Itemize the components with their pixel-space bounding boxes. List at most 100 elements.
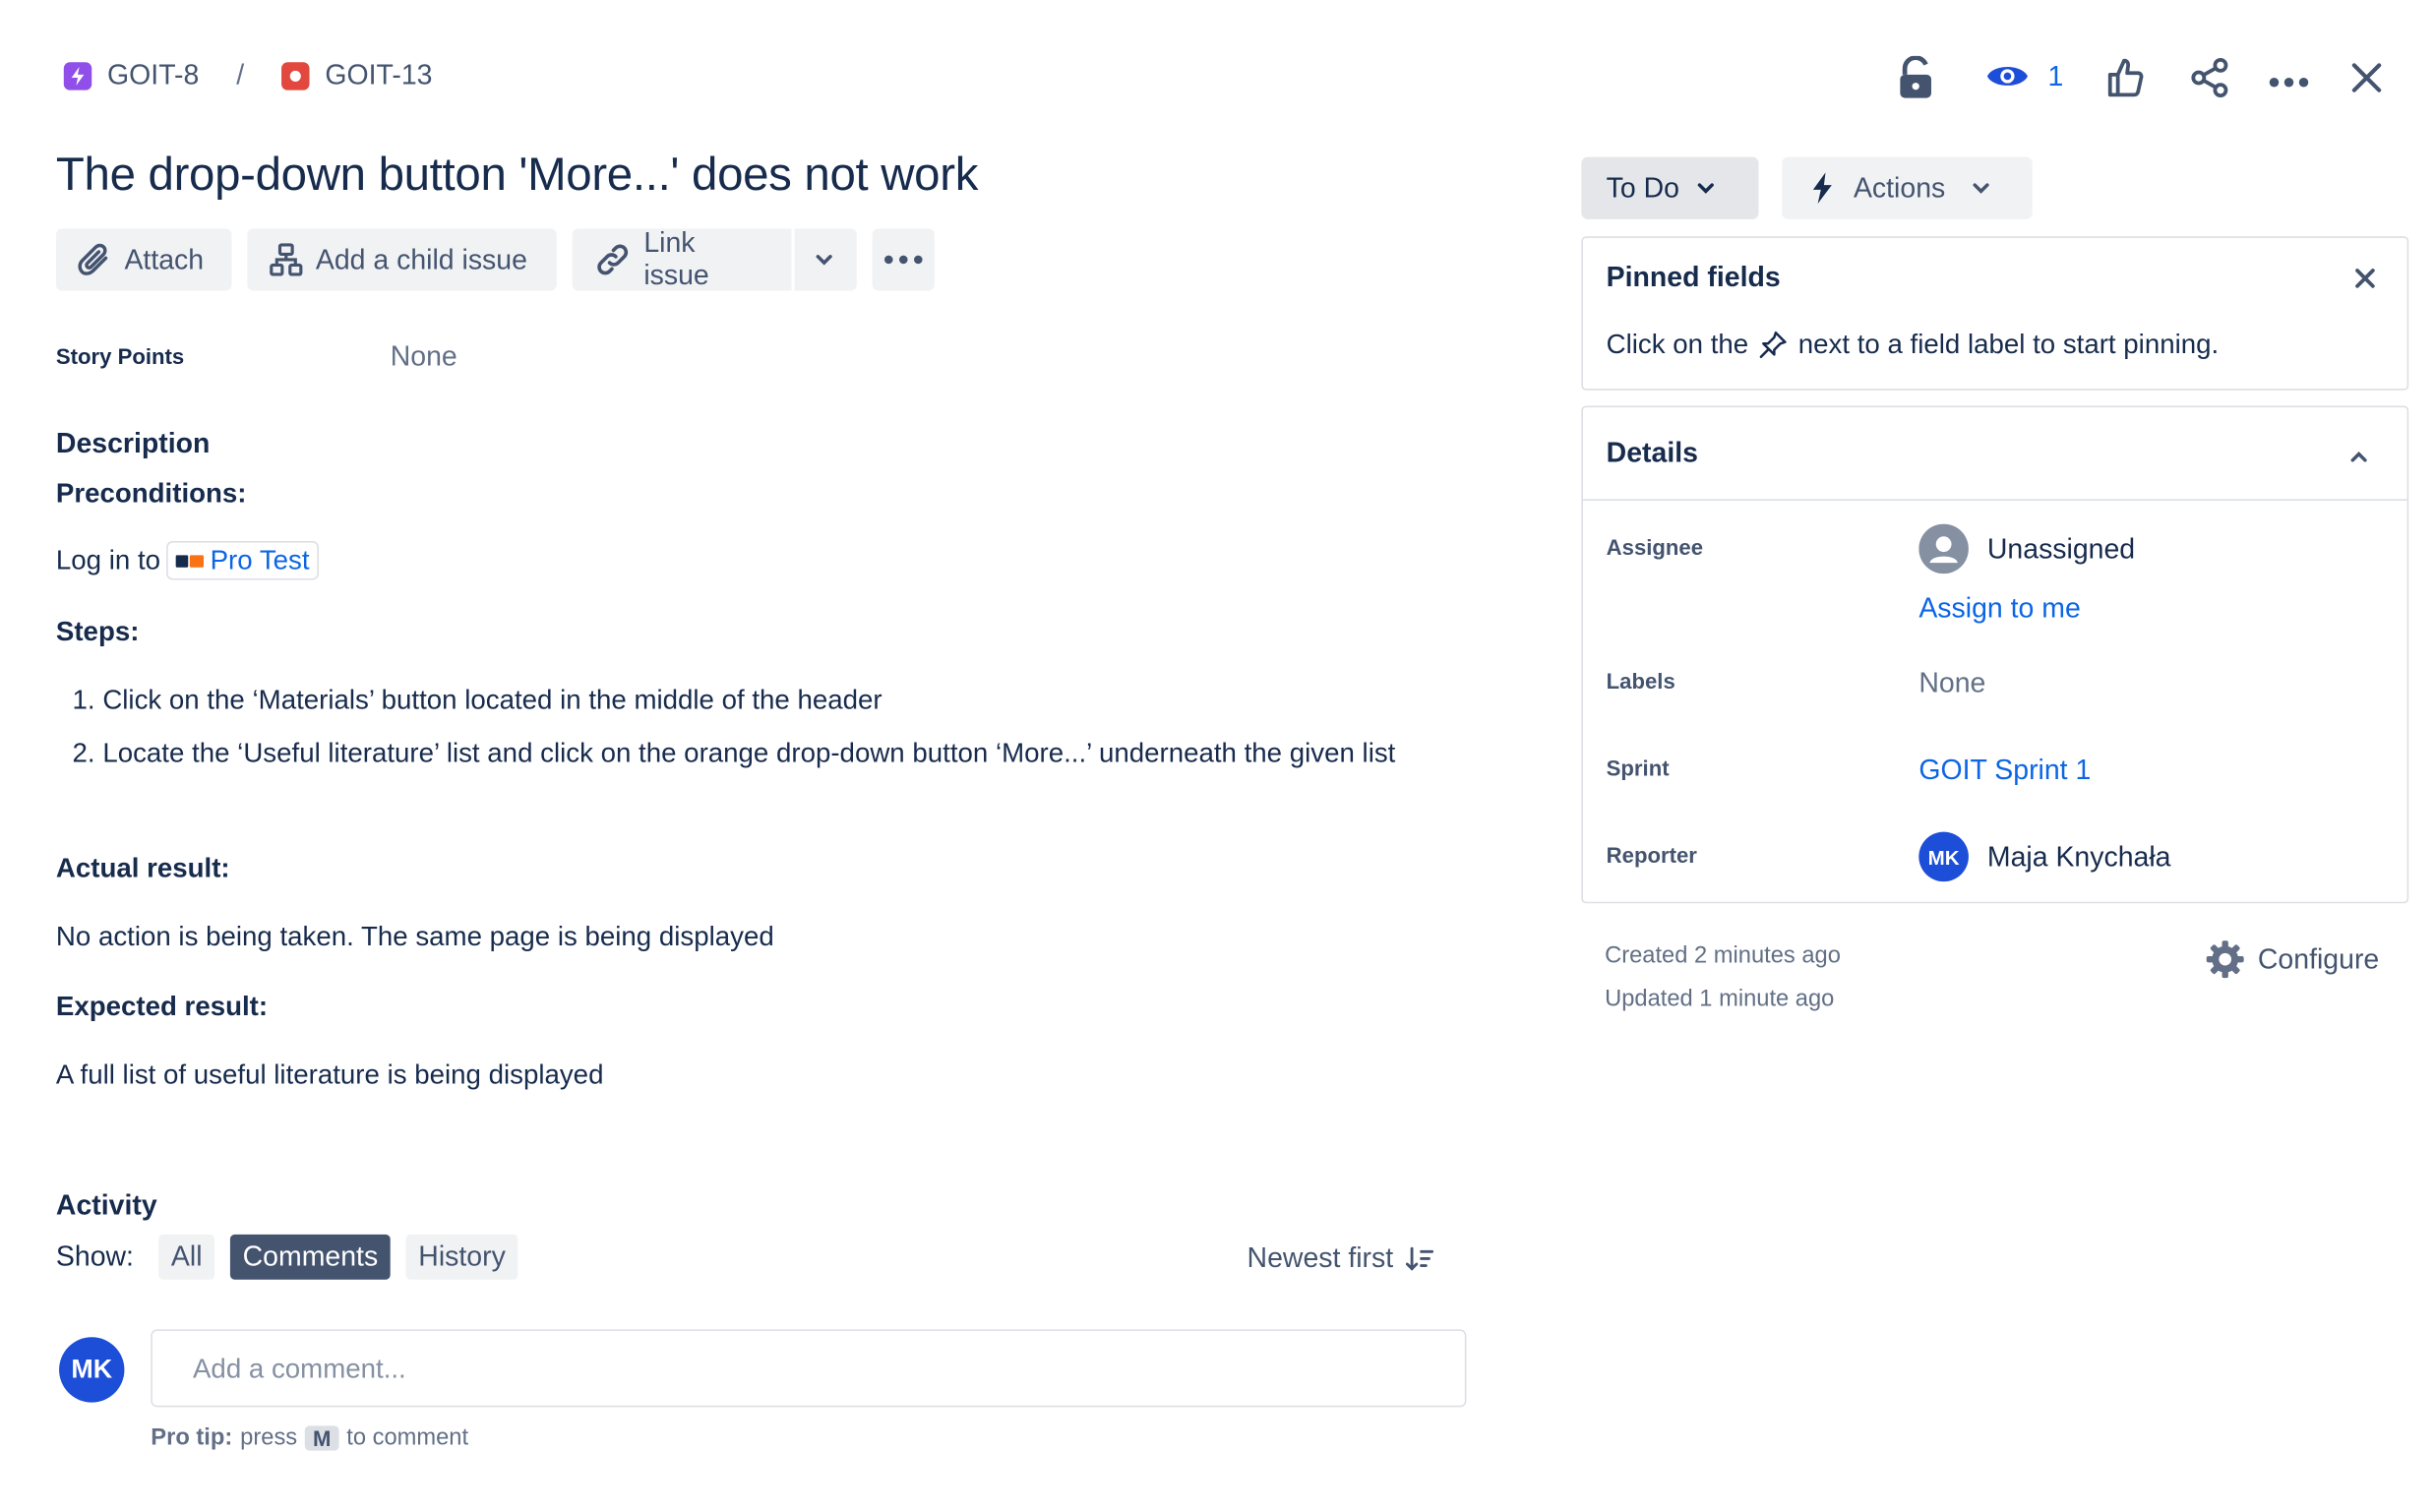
breadcrumb-current[interactable]: GOIT-13	[281, 59, 432, 91]
breadcrumb-separator: /	[236, 59, 245, 91]
chevron-down-icon	[816, 255, 832, 266]
preconditions-label: Preconditions:	[55, 477, 247, 509]
filter-all[interactable]: All	[158, 1234, 215, 1280]
link-issue-dropdown[interactable]	[794, 228, 857, 291]
story-points-label: Story Points	[55, 343, 185, 369]
reporter-name: Maja Knychała	[1986, 840, 2171, 872]
pro-test-link[interactable]: Pro Test	[166, 541, 320, 580]
tip-prefix: Pro tip:	[151, 1423, 233, 1451]
status-label: To Do	[1606, 171, 1679, 204]
more-icon	[2269, 78, 2309, 88]
comment-input[interactable]: Add a comment...	[151, 1329, 1467, 1408]
filter-comments[interactable]: Comments	[229, 1234, 391, 1280]
pinned-fields-panel: Pinned fields Click on the next to a fie…	[1581, 236, 2409, 391]
paperclip-icon	[78, 243, 108, 275]
close-icon	[2351, 63, 2382, 92]
pro-test-link-text: Pro Test	[210, 544, 310, 575]
details-collapse-button[interactable]	[2348, 445, 2370, 472]
tip-key: M	[305, 1424, 339, 1450]
labels-value[interactable]: None	[1918, 667, 1985, 699]
details-header[interactable]: Details	[1582, 407, 2407, 501]
created-text: Created 2 minutes ago	[1605, 941, 1841, 969]
filter-history[interactable]: History	[405, 1234, 518, 1280]
details-panel: Details Assignee Unassigned Assign to me…	[1581, 405, 2409, 904]
actual-result-label: Actual result:	[55, 852, 230, 883]
assignee-value[interactable]: Unassigned	[1918, 523, 2136, 575]
link-issue-split-button: Link issue	[572, 227, 857, 291]
steps-label: Steps:	[55, 615, 140, 647]
pro-test-logo-icon	[175, 554, 205, 568]
epic-icon	[63, 61, 92, 90]
sprint-label: Sprint	[1606, 756, 1670, 781]
eye-icon	[1986, 66, 2028, 86]
vote-button[interactable]	[2107, 57, 2145, 105]
comment-tip: Pro tip: press M to comment	[151, 1424, 468, 1451]
issue-toolbar: Attach Add a child issue Link issue	[55, 227, 935, 291]
thumbs-up-icon	[2107, 58, 2144, 97]
pinned-hint-after: next to a field label to start pinning.	[1797, 328, 2220, 360]
assignee-label: Assignee	[1606, 534, 1704, 560]
more-actions-button[interactable]	[2269, 69, 2309, 96]
steps-list: Click on the ‘Materials’ button located …	[56, 678, 1487, 783]
gear-icon	[2206, 940, 2244, 979]
watch-count: 1	[2047, 59, 2064, 91]
user-avatar-icon	[1918, 523, 1969, 575]
activity-heading: Activity	[55, 1189, 157, 1221]
watch-button[interactable]: 1	[1985, 59, 2063, 93]
actions-button[interactable]: Actions	[1782, 156, 2033, 219]
chevron-down-icon	[1973, 183, 1989, 194]
details-title: Details	[1606, 437, 1698, 468]
lock-icon	[1900, 55, 1931, 98]
assign-to-me-link[interactable]: Assign to me	[1918, 592, 2080, 625]
avatar: MK	[59, 1337, 125, 1403]
add-child-issue-button[interactable]: Add a child issue	[247, 228, 557, 291]
reporter-value[interactable]: MK Maja Knychała	[1918, 831, 2171, 882]
add-child-label: Add a child issue	[315, 243, 527, 274]
sort-button[interactable]: Newest first	[1248, 1242, 1434, 1275]
story-points-value[interactable]: None	[391, 340, 457, 373]
attach-button[interactable]: Attach	[55, 228, 232, 291]
login-line: Log in to Pro Test	[55, 541, 320, 580]
parent-issue-key[interactable]: GOIT-8	[107, 59, 199, 91]
actual-result-text: No action is being taken. The same page …	[55, 920, 774, 952]
close-button[interactable]	[2351, 62, 2383, 101]
reporter-label: Reporter	[1606, 842, 1697, 868]
share-icon	[2191, 57, 2228, 98]
list-item: Click on the ‘Materials’ button located …	[102, 678, 1487, 723]
hierarchy-icon	[270, 243, 303, 276]
sort-icon	[1405, 1245, 1434, 1270]
link-issue-button[interactable]: Link issue	[572, 227, 792, 291]
expected-result-text: A full list of useful literature is bein…	[55, 1058, 604, 1090]
bug-icon	[281, 61, 310, 90]
share-button[interactable]	[2189, 57, 2229, 105]
close-icon	[2355, 269, 2375, 288]
updated-text: Updated 1 minute ago	[1605, 986, 1835, 1012]
configure-label: Configure	[2257, 942, 2380, 975]
issue-key[interactable]: GOIT-13	[325, 59, 432, 91]
lock-button[interactable]	[1897, 55, 1934, 107]
toolbar-more-button[interactable]	[872, 228, 935, 291]
pinned-close-button[interactable]	[2354, 268, 2376, 297]
attach-label: Attach	[124, 243, 205, 274]
issue-title[interactable]: The drop-down button 'More...' does not …	[56, 150, 979, 203]
sprint-value[interactable]: GOIT Sprint 1	[1918, 755, 2091, 787]
avatar: MK	[1918, 831, 1969, 882]
configure-button[interactable]: Configure	[2205, 939, 2379, 980]
list-item: Locate the ‘Useful literature’ list and …	[102, 731, 1487, 776]
activity-filter-bar: Show: All Comments History	[56, 1234, 518, 1280]
breadcrumb: GOIT-8 / GOIT-13	[63, 59, 432, 91]
assignee-name: Unassigned	[1986, 532, 2136, 564]
labels-label: Labels	[1606, 668, 1675, 694]
link-icon	[597, 244, 629, 275]
sort-label: Newest first	[1247, 1241, 1394, 1274]
login-prefix: Log in to	[55, 544, 161, 575]
breadcrumb-parent[interactable]: GOIT-8	[63, 59, 200, 91]
chevron-down-icon	[1697, 183, 1714, 194]
pinned-fields-title: Pinned fields	[1606, 261, 1781, 293]
chevron-up-icon	[2350, 452, 2367, 462]
tip-press: press	[240, 1423, 298, 1451]
more-icon	[883, 255, 923, 265]
status-button[interactable]: To Do	[1581, 156, 1759, 219]
description-heading: Description	[55, 427, 211, 459]
tip-suffix: to comment	[346, 1423, 469, 1451]
